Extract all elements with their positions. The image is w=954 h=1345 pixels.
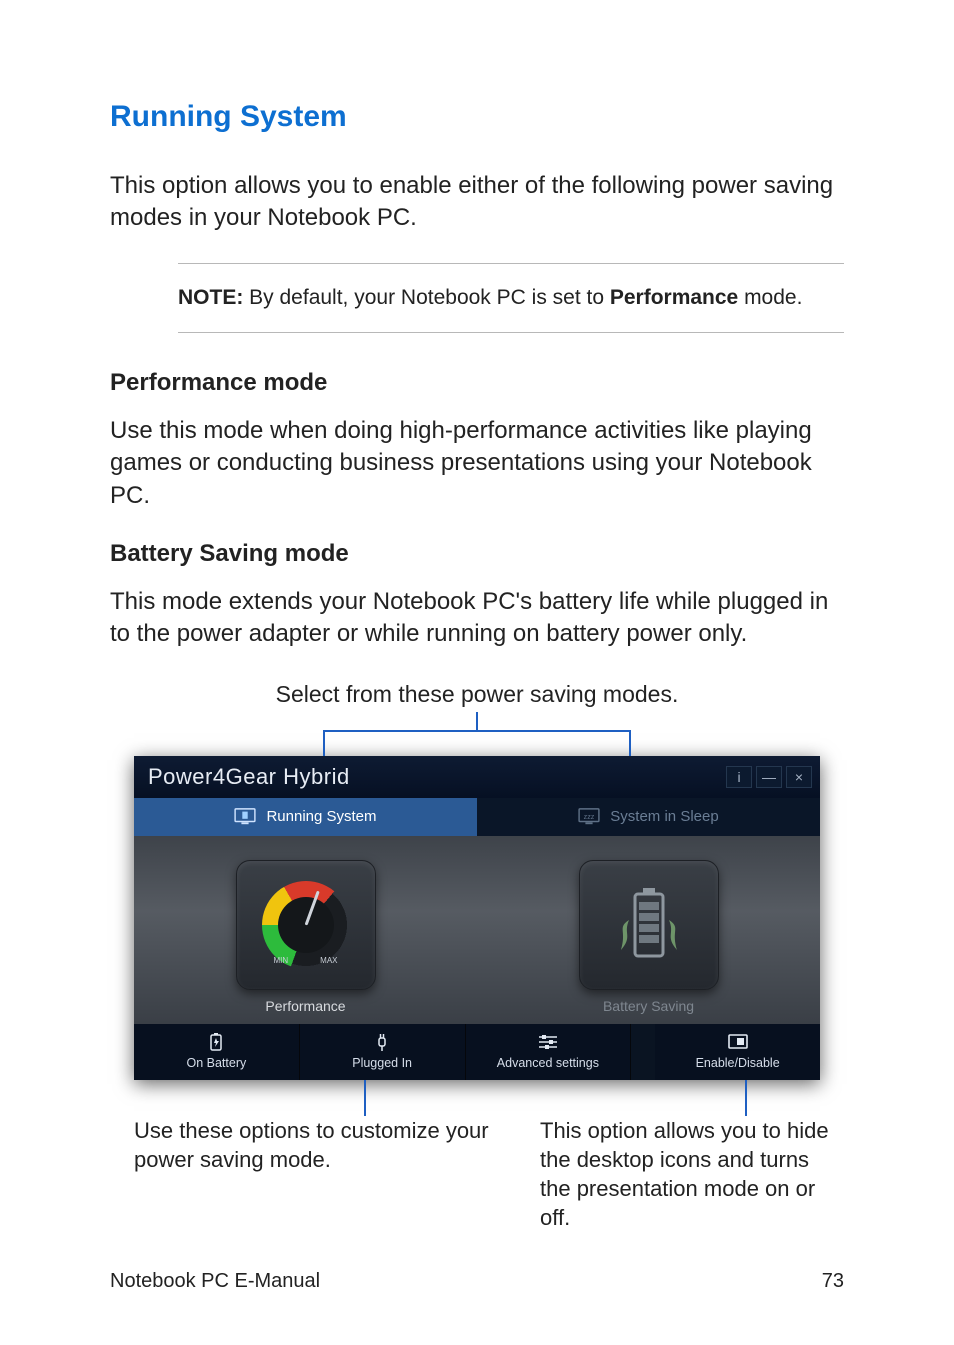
mode-performance[interactable]: MIN MAX Performance xyxy=(134,836,477,1024)
minimize-icon: — xyxy=(762,769,776,785)
tab-running-label: Running System xyxy=(266,808,376,825)
modes-area: MIN MAX Performance xyxy=(134,836,820,1024)
callout-leader xyxy=(110,712,844,756)
on-battery-label: On Battery xyxy=(187,1056,247,1070)
note-strong: Performance xyxy=(610,286,738,309)
note-box: NOTE: By default, your Notebook PC is se… xyxy=(178,263,844,333)
annot-right: This option allows you to hide the deskt… xyxy=(540,1116,844,1232)
svg-text:zzz: zzz xyxy=(584,812,595,821)
tab-bar: Running System zzz System in Sleep xyxy=(134,798,820,836)
note-label: NOTE: xyxy=(178,286,243,309)
enable-disable-button[interactable]: Enable/Disable xyxy=(655,1024,820,1080)
callout-top: Select from these power saving modes. xyxy=(110,681,844,708)
section-heading: Running System xyxy=(110,100,844,134)
sleep-icon: zzz xyxy=(578,808,600,826)
plugged-in-label: Plugged In xyxy=(352,1056,412,1070)
tab-running-system[interactable]: Running System xyxy=(134,798,477,836)
batt-heading: Battery Saving mode xyxy=(110,540,844,568)
on-battery-button[interactable]: On Battery xyxy=(134,1024,300,1080)
info-button[interactable]: i xyxy=(726,766,752,788)
toolbar-gap xyxy=(631,1024,655,1080)
presentation-icon xyxy=(727,1032,749,1052)
app-window: Power4Gear Hybrid i — × Running System z… xyxy=(134,756,820,1080)
advanced-settings-button[interactable]: Advanced settings xyxy=(466,1024,632,1080)
section-intro: This option allows you to enable either … xyxy=(110,170,844,235)
annot-left: Use these options to customize your powe… xyxy=(134,1116,504,1232)
page-number: 73 xyxy=(822,1270,844,1293)
titlebar: Power4Gear Hybrid i — × xyxy=(134,756,820,798)
footer-title: Notebook PC E-Manual xyxy=(110,1270,320,1293)
mode-battery-label: Battery Saving xyxy=(603,998,694,1014)
perf-body: Use this mode when doing high-performanc… xyxy=(110,415,844,512)
gauge-max: MAX xyxy=(320,956,337,965)
app-title: Power4Gear Hybrid xyxy=(148,764,350,790)
annot-leaders xyxy=(134,1080,820,1116)
tab-sleep-label: System in Sleep xyxy=(610,808,718,825)
info-icon: i xyxy=(737,769,740,785)
batt-body: This mode extends your Notebook PC's bat… xyxy=(110,586,844,651)
battery-tile xyxy=(579,860,719,990)
enable-disable-label: Enable/Disable xyxy=(696,1056,780,1070)
plugged-in-button[interactable]: Plugged In xyxy=(300,1024,466,1080)
advanced-settings-label: Advanced settings xyxy=(497,1056,599,1070)
mode-battery-saving[interactable]: Battery Saving xyxy=(477,836,820,1024)
plug-icon xyxy=(372,1032,392,1052)
monitor-icon xyxy=(234,808,256,826)
performance-tile: MIN MAX xyxy=(236,860,376,990)
note-text-b: mode. xyxy=(738,286,802,309)
toolbar: On Battery Plugged In Advanced settings xyxy=(134,1024,820,1080)
close-icon: × xyxy=(795,769,803,785)
battery-icon xyxy=(206,1032,226,1052)
minimize-button[interactable]: — xyxy=(756,766,782,788)
sliders-icon xyxy=(537,1032,559,1052)
mode-performance-label: Performance xyxy=(265,998,345,1014)
note-text-a: By default, your Notebook PC is set to xyxy=(243,286,610,309)
perf-heading: Performance mode xyxy=(110,369,844,397)
close-button[interactable]: × xyxy=(786,766,812,788)
battery-leaf-icon xyxy=(609,880,689,970)
gauge-icon: MIN MAX xyxy=(256,875,356,975)
tab-system-sleep[interactable]: zzz System in Sleep xyxy=(477,798,820,836)
gauge-min: MIN xyxy=(274,956,289,965)
